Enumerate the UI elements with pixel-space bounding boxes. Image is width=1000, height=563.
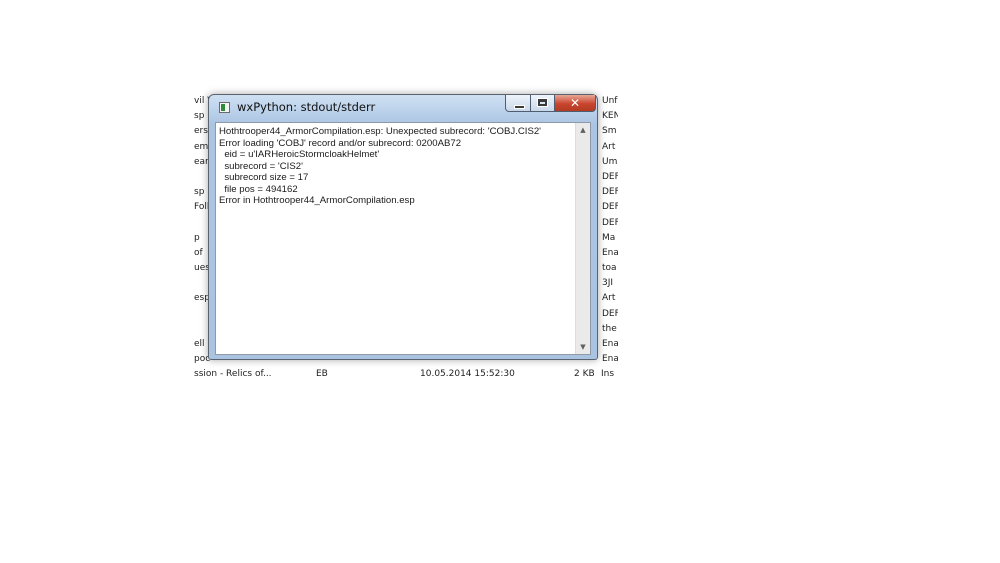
row-size: 2 KB <box>574 369 595 379</box>
row-date: 10.05.2014 15:52:30 <box>420 369 515 379</box>
maximize-button[interactable] <box>530 95 555 112</box>
background-list-item: Sm <box>602 126 617 137</box>
row-flag: EB <box>316 369 328 379</box>
background-list-item: DEF <box>602 308 618 319</box>
minimize-icon <box>514 105 525 109</box>
window-title: wxPython: stdout/stderr <box>237 100 376 114</box>
background-list-item: DEF <box>602 202 618 213</box>
minimize-button[interactable] <box>505 95 531 112</box>
background-list-item: the <box>602 323 617 334</box>
background-list-item: Art <box>602 293 616 304</box>
output-line: subrecord = 'CIS2' <box>219 160 303 172</box>
close-icon: ✕ <box>569 96 581 110</box>
background-list-item: Ena <box>602 247 618 258</box>
background-list-item: Art <box>602 141 616 152</box>
background-list-item: Um <box>602 156 618 167</box>
background-list-item: Ena <box>602 339 618 349</box>
maximize-icon <box>537 98 548 107</box>
window-client-area: Hothtrooper44_ArmorCompilation.esp: Unex… <box>215 122 591 355</box>
stdout-stderr-window: wxPython: stdout/stderr ✕ Hothtrooper44_… <box>208 94 598 360</box>
vertical-scrollbar[interactable]: ▲ ▼ <box>575 123 590 354</box>
output-text-area[interactable]: Hothtrooper44_ArmorCompilation.esp: Unex… <box>216 123 577 354</box>
scroll-up-icon[interactable]: ▲ <box>576 123 590 137</box>
background-list-item: Unf <box>602 96 618 106</box>
background-list-item: Ma <box>602 232 616 243</box>
row-name: ssion - Relics of... <box>194 369 272 379</box>
window-titlebar[interactable]: wxPython: stdout/stderr ✕ <box>209 95 597 121</box>
app-icon[interactable] <box>219 102 230 113</box>
output-line: file pos = 494162 <box>219 183 298 195</box>
scroll-down-icon[interactable]: ▼ <box>576 340 590 354</box>
background-list-item: DEF <box>602 187 618 198</box>
output-line: Error loading 'COBJ' record and/or subre… <box>219 137 462 149</box>
background-list-item: 3JI <box>602 278 614 289</box>
background-list-item: DEF <box>602 171 618 182</box>
background-list-item: KEN <box>602 111 618 122</box>
background-list-item: toa <box>602 263 617 274</box>
row-description: Ins <box>601 369 615 379</box>
background-file-row[interactable]: ssion - Relics of... EB 10.05.2014 15:52… <box>194 369 615 383</box>
background-list-item: Ena <box>602 354 618 365</box>
output-line: Hothtrooper44_ArmorCompilation.esp: Unex… <box>219 126 542 137</box>
output-line: Error in Hothtrooper44_ArmorCompilation.… <box>219 195 415 206</box>
output-line: eid = u'IARHeroicStormcloakHelmet' <box>219 149 380 160</box>
output-line: subrecord size = 17 <box>219 172 309 183</box>
close-button[interactable]: ✕ <box>554 95 596 112</box>
background-list-item: DEF <box>602 217 618 228</box>
background-file-list-right: Unf KEN Sm Art Um DEF DEF DEF DEF Ma Ena toa 3JI Art D… <box>602 94 618 367</box>
